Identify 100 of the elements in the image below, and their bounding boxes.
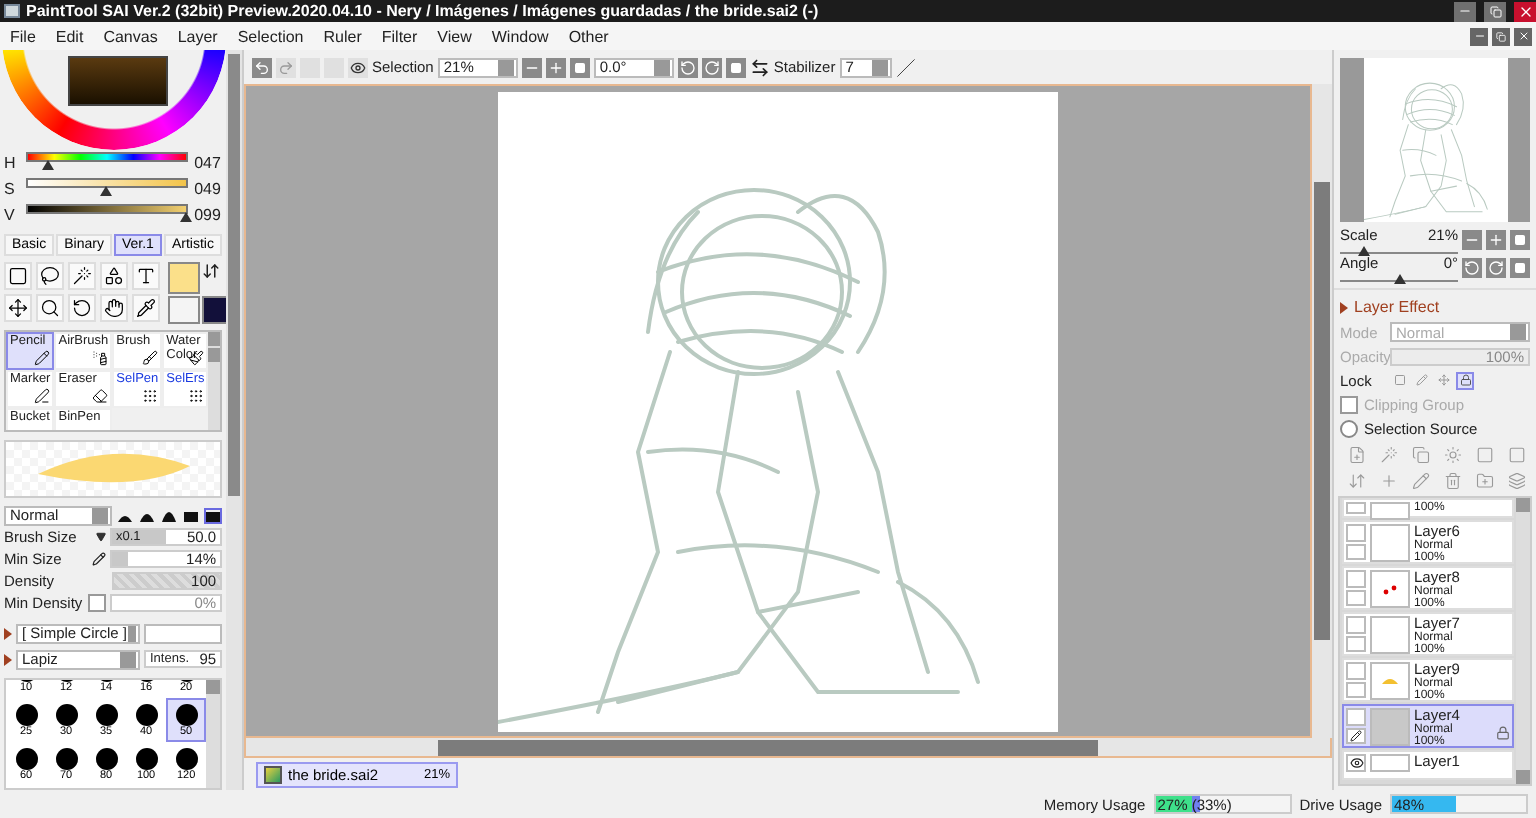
tool-button[interactable] (132, 294, 160, 323)
scrollbar[interactable] (206, 680, 221, 789)
scrollbar[interactable] (244, 738, 1332, 758)
edit-toggle[interactable] (1346, 635, 1366, 652)
visibility-toggle[interactable] (1346, 570, 1366, 587)
menu-item[interactable]: Ruler (313, 27, 372, 45)
layers-icon[interactable] (1506, 470, 1528, 492)
pencil-icon (1350, 729, 1362, 742)
menu-item[interactable]: Window (481, 27, 559, 45)
undo-button[interactable] (252, 57, 272, 77)
tool-button[interactable] (68, 294, 96, 323)
edit-toggle[interactable] (1346, 727, 1366, 744)
close-icon (1517, 30, 1529, 42)
shape-field[interactable] (144, 623, 223, 644)
rotate-left-button[interactable] (677, 57, 698, 77)
restore-button[interactable] (1484, 1, 1506, 21)
rotate-right-button[interactable] (1486, 258, 1506, 278)
secondary-color-swatch[interactable] (202, 295, 227, 324)
transparent-swatch[interactable] (168, 295, 200, 324)
redo-button[interactable] (276, 57, 296, 77)
edit-toggle[interactable] (1346, 543, 1366, 560)
line-icon[interactable] (895, 57, 916, 77)
minimize-button[interactable] (1470, 27, 1488, 45)
merge-down-icon[interactable] (1346, 470, 1368, 492)
rotate-left-button[interactable] (1462, 258, 1482, 278)
lasso-icon (40, 265, 60, 286)
color-slider[interactable] (26, 203, 189, 226)
lock-transparency-button[interactable] (1390, 371, 1408, 389)
menu-item[interactable]: Filter (371, 27, 428, 45)
tool-button[interactable] (4, 294, 32, 323)
visibility-toggle[interactable] (1346, 524, 1366, 541)
menu-item[interactable]: View (427, 27, 482, 45)
visibility-toggle[interactable] (1346, 708, 1366, 725)
visibility-toggle[interactable] (1346, 754, 1366, 772)
reset-zoom-button[interactable] (569, 57, 590, 77)
square-icon[interactable] (1506, 444, 1528, 466)
selection-toggle[interactable] (348, 57, 368, 77)
trash-icon[interactable] (1442, 470, 1464, 492)
tool-button[interactable] (68, 261, 96, 290)
minimize-button[interactable] (1454, 1, 1476, 21)
visibility-toggle[interactable] (1346, 616, 1366, 633)
edit-toggle[interactable] (1346, 681, 1366, 698)
rotate-right-icon (1488, 260, 1504, 276)
edit-toggle[interactable] (1346, 502, 1366, 514)
flip-icon[interactable] (749, 57, 770, 77)
dots-icon (1380, 583, 1400, 595)
checkbox[interactable] (88, 594, 106, 613)
menu-item[interactable]: Selection (227, 27, 314, 45)
layer-effect-header[interactable]: Layer Effect (1334, 288, 1536, 320)
rotate-right-button[interactable] (701, 57, 722, 77)
menu-item[interactable]: Layer (167, 27, 228, 45)
lock-paint-button[interactable] (1412, 371, 1430, 389)
zoom-icon (40, 298, 60, 319)
menu-item[interactable]: Edit (45, 27, 94, 45)
new-layer-icon[interactable] (1346, 444, 1368, 466)
scrollbar[interactable] (226, 50, 242, 790)
layer-thumbnail (1370, 616, 1410, 654)
edit-toggle[interactable] (1346, 589, 1366, 606)
layer-thumbnail (1370, 708, 1410, 746)
color-slider[interactable] (26, 151, 189, 174)
zoom-out-button[interactable] (521, 57, 542, 77)
color-square[interactable] (68, 56, 168, 106)
restore-button[interactable] (1492, 27, 1510, 45)
tool-button[interactable] (100, 294, 128, 323)
dotted-grid-icon (188, 387, 205, 404)
menu-item[interactable]: File (0, 27, 46, 45)
menu-item[interactable]: Other (558, 27, 619, 45)
zoom-in-button[interactable] (1486, 230, 1506, 250)
close-icon (1517, 3, 1533, 19)
visibility-toggle[interactable] (1346, 662, 1366, 679)
tool-button[interactable] (100, 261, 128, 290)
square-icon[interactable] (1474, 444, 1496, 466)
primary-color-swatch[interactable] (168, 261, 200, 294)
brush-icon (142, 349, 159, 366)
scrollbar[interactable] (1312, 84, 1332, 738)
zoom-out-button[interactable] (1462, 230, 1482, 250)
tool-button[interactable] (132, 261, 160, 290)
folder-icon[interactable] (1474, 470, 1496, 492)
plus-icon (547, 59, 564, 75)
pressure-icon[interactable] (92, 552, 106, 567)
slider-value: 099 (194, 205, 223, 224)
scrollbar[interactable] (1516, 498, 1530, 784)
tool-button[interactable] (4, 261, 32, 290)
scrollbar[interactable] (208, 331, 221, 430)
zoom-in-button[interactable] (545, 57, 566, 77)
tool-button[interactable] (36, 294, 64, 323)
menu-item[interactable]: Canvas (93, 27, 168, 45)
slider-value: 049 (194, 179, 223, 198)
lock-button[interactable] (1456, 371, 1474, 389)
copy-layer-icon[interactable] (1410, 444, 1432, 466)
layer-thumbnail (1370, 502, 1410, 520)
layer-thumbnail (1370, 754, 1410, 772)
rotate-left-icon (679, 59, 696, 75)
swap-arrows-icon[interactable] (202, 261, 220, 280)
tool-button[interactable] (36, 261, 64, 290)
close-button[interactable] (1514, 1, 1536, 21)
square-icon (729, 61, 742, 73)
color-slider[interactable] (26, 177, 189, 200)
caret-icon[interactable] (96, 532, 106, 543)
edit-icon[interactable] (1410, 470, 1432, 492)
